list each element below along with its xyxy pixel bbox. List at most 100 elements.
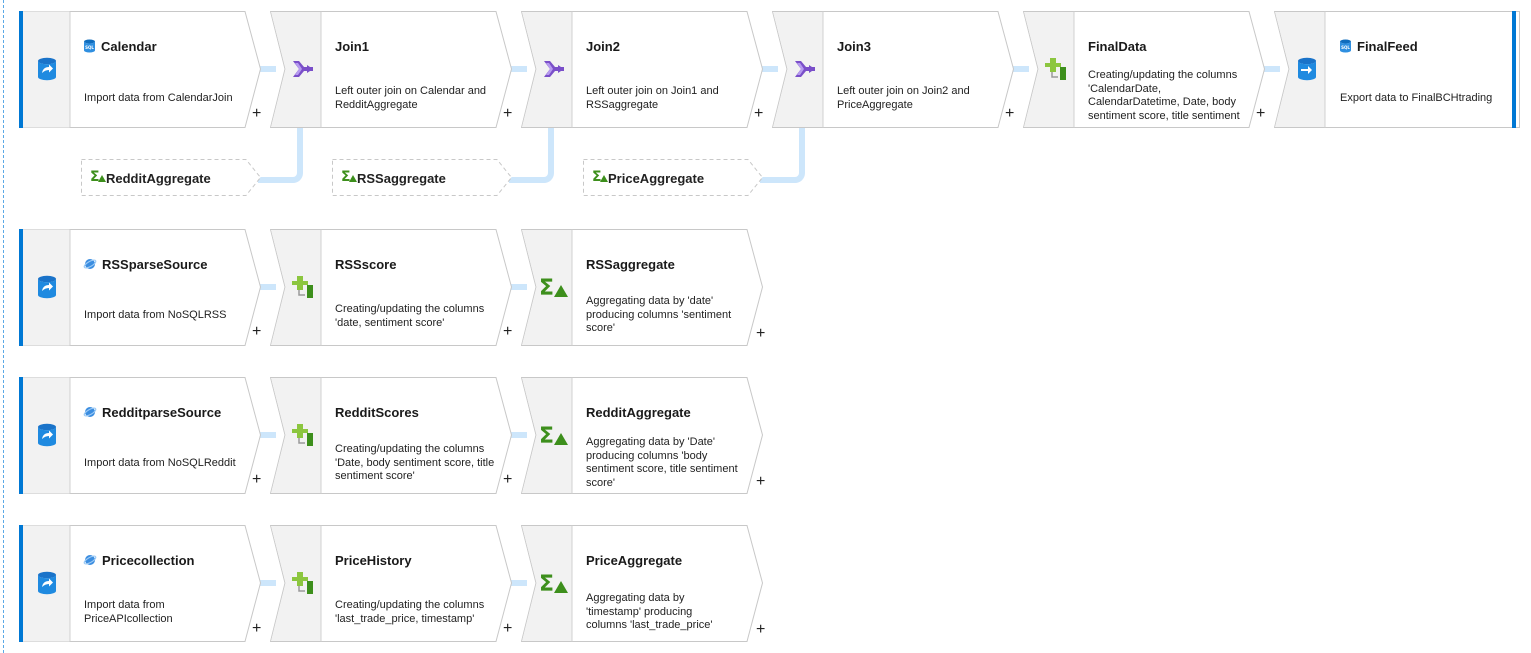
canvas-guide-line [3,0,4,653]
ref-rss-aggregate[interactable]: Σ RSSaggregate [332,159,512,196]
node-calendar[interactable]: SQL Calendar Import data from CalendarJoi… [19,11,261,128]
svg-text:Σ: Σ [539,424,554,447]
add-transform-button[interactable]: + [503,472,512,488]
svg-text:Σ: Σ [341,169,351,183]
node-rss-score[interactable]: RSSscore Creating/updating the columns '… [270,229,512,346]
derived-column-icon [1038,11,1074,127]
node-reddit-source[interactable]: RedditparseSource Import data from NoSQL… [19,377,261,494]
sql-db-icon: SQL [83,39,96,56]
ref-reddit-aggregate[interactable]: Σ RedditAggregate [81,159,261,196]
derived-column-icon [285,377,321,493]
cosmos-db-icon [83,257,97,274]
svg-text:Σ: Σ [539,572,554,595]
node-title: Join1 [335,39,369,54]
source-icon [23,229,70,345]
ref-label: Σ PriceAggregate [592,169,705,186]
svg-text:SQL: SQL [1341,45,1350,50]
add-transform-button[interactable]: + [756,622,765,638]
ref-connector [760,128,805,183]
node-join1[interactable]: Join1 Left outer join on Calendar and Re… [270,11,512,128]
source-icon [23,11,70,127]
node-description: Aggregating data by 'timestamp' producin… [586,592,713,631]
node-title: Join3 [837,39,871,54]
node-title: Pricecollection [83,553,194,570]
aggregate-icon: Σ [341,169,357,186]
add-transform-button[interactable]: + [756,326,765,342]
node-description: Aggregating data by 'date' producing col… [586,295,732,334]
svg-text:Σ: Σ [90,169,100,183]
add-transform-button[interactable]: + [1005,106,1014,122]
node-price-aggregate[interactable]: Σ PriceAggregate Aggregating data by 'ti… [521,525,767,642]
node-title: FinalData [1088,39,1147,54]
node-description: Import data from PriceAPIcollection [84,599,173,625]
source-icon [23,525,70,641]
node-join2[interactable]: Join2 Left outer join on Join1 and RSSag… [521,11,763,128]
add-transform-button[interactable]: + [1256,106,1265,122]
ref-price-aggregate[interactable]: Σ PriceAggregate [583,159,763,196]
node-reddit-scores[interactable]: RedditScores Creating/updating the colum… [270,377,512,494]
node-rss-source[interactable]: RSSparseSource Import data from NoSQLRSS… [19,229,261,346]
add-transform-button[interactable]: + [503,324,512,340]
node-description: Left outer join on Calendar and RedditAg… [335,85,487,111]
aggregate-icon: Σ [536,229,572,345]
add-transform-button[interactable]: + [503,106,512,122]
node-description: Creating/updating the columns 'last_trad… [335,599,485,625]
add-transform-button[interactable]: + [252,621,261,637]
node-title: PriceHistory [335,553,412,568]
node-title: RSSscore [335,257,397,272]
svg-text:SQL: SQL [85,45,94,50]
join-icon [285,11,321,127]
add-transform-button[interactable]: + [754,106,763,122]
node-description: Left outer join on Join1 and RSSaggregat… [586,85,719,111]
node-title: Join2 [586,39,620,54]
node-title: RedditAggregate [586,405,691,420]
node-description: Import data from NoSQLRSS [84,309,227,321]
ref-label: Σ RedditAggregate [90,169,211,186]
ref-connector [509,128,554,183]
cosmos-db-icon [83,553,97,570]
node-title: RedditparseSource [83,405,221,422]
add-transform-button[interactable]: + [252,106,261,122]
node-finaldata[interactable]: FinalData Creating/updating the columns … [1023,11,1265,128]
add-transform-button[interactable]: + [756,474,765,490]
cosmos-db-icon [83,405,97,422]
svg-text:Σ: Σ [539,276,554,299]
aggregate-icon: Σ [536,525,572,641]
node-description: Creating/updating the columns 'date, sen… [335,303,485,329]
aggregate-icon: Σ [90,169,106,186]
dataflow-canvas[interactable]: SQL Calendar Import data from CalendarJoi… [0,0,1531,653]
node-description: Creating/updating the columns 'CalendarD… [1088,69,1240,122]
node-title: RedditScores [335,405,419,420]
derived-column-icon [285,525,321,641]
ref-connector [258,128,303,183]
add-transform-button[interactable]: + [252,472,261,488]
node-title: RSSparseSource [83,257,208,274]
aggregate-icon: Σ [536,377,572,493]
add-transform-button[interactable]: + [252,324,261,340]
svg-text:Σ: Σ [592,169,602,183]
aggregate-icon: Σ [592,169,608,186]
source-icon [23,377,70,493]
node-title: SQL Calendar [83,39,157,56]
node-price-source[interactable]: Pricecollection Import data from PriceAP… [19,525,261,642]
node-finalfeed[interactable]: SQL FinalFeed Export data to FinalBCHtrad… [1274,11,1520,128]
ref-label: Σ RSSaggregate [341,169,446,186]
node-description: Export data to FinalBCHtrading [1340,92,1493,104]
add-transform-button[interactable]: + [503,621,512,637]
node-description: Creating/updating the columns 'Date, bod… [335,443,495,482]
derived-column-icon [285,229,321,345]
node-description: Left outer join on Join2 and PriceAggreg… [837,85,970,111]
node-title: PriceAggregate [586,553,683,568]
node-join3[interactable]: Join3 Left outer join on Join2 and Price… [772,11,1014,128]
node-rss-aggregate[interactable]: Σ RSSaggregate Aggregating data by 'date… [521,229,767,346]
node-reddit-aggregate[interactable]: Σ RedditAggregate Aggregating data by 'D… [521,377,767,494]
join-icon [536,11,572,127]
node-description: Import data from NoSQLReddit [84,457,236,469]
node-description: Import data from CalendarJoin [84,92,233,104]
node-price-history[interactable]: PriceHistory Creating/updating the colum… [270,525,512,642]
sql-db-icon: SQL [1339,39,1352,56]
sink-icon [1289,11,1325,127]
node-title: SQL FinalFeed [1339,39,1418,56]
node-description: Aggregating data by 'Date' producing col… [586,436,738,489]
join-icon [787,11,823,127]
